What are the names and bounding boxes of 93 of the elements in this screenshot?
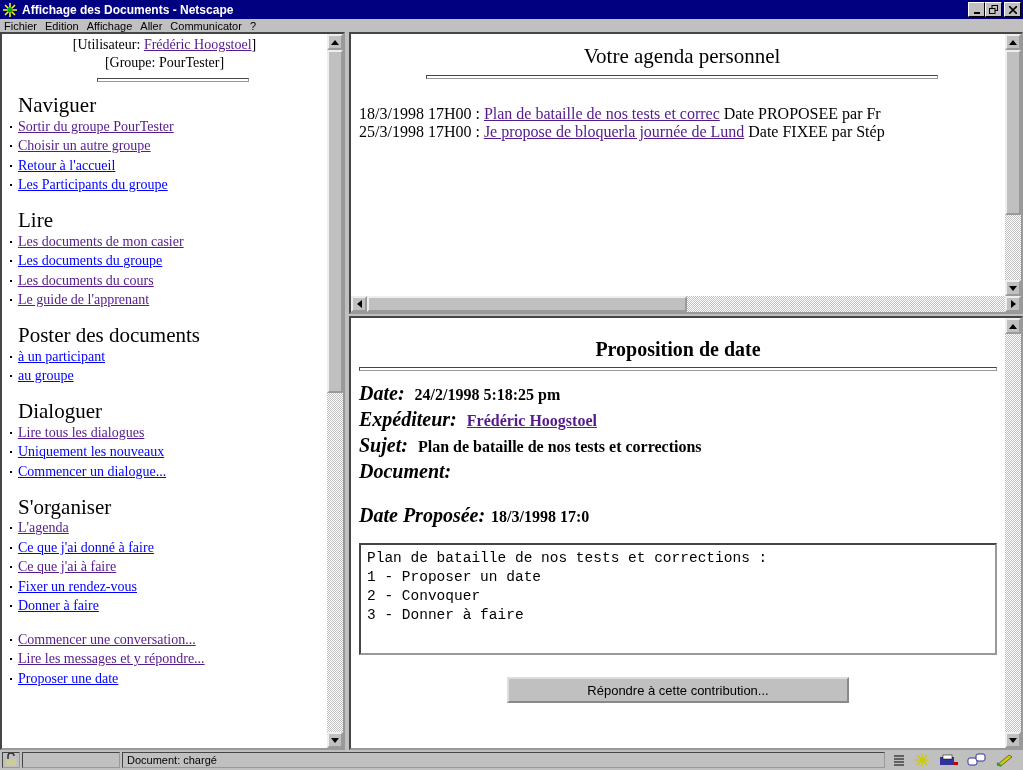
entry-date: 25/3/1998 17H00 : — [359, 123, 480, 140]
menu-item[interactable]: Aller — [140, 19, 163, 32]
up-arrow-icon — [331, 39, 339, 45]
menu-item[interactable]: ? — [249, 19, 256, 32]
entry-link[interactable]: Je propose de bloquerla journée de Lund — [483, 123, 745, 140]
right-arrow-icon — [1010, 300, 1016, 308]
nav-link[interactable]: Commencer un dialogue... — [18, 463, 167, 480]
proposal-heading: Proposition de date — [594, 338, 762, 361]
scrollbar[interactable] — [351, 296, 1021, 312]
close-button[interactable] — [1004, 2, 1021, 17]
entry-status: Date PROPOSEE par Fr — [723, 105, 881, 122]
scrollbar[interactable] — [1005, 34, 1021, 296]
left-arrow-icon — [356, 300, 362, 308]
nav-link[interactable]: Les documents de mon casier — [18, 233, 184, 250]
status-text: Document: chargé — [122, 752, 885, 768]
starburst-icon — [2, 2, 18, 17]
user-label-end: ] — [251, 37, 257, 52]
down-arrow-icon — [331, 737, 339, 743]
menu-item[interactable]: Affichage — [86, 19, 133, 32]
section-heading: Dialoguer — [18, 400, 103, 422]
restore-icon — [989, 5, 998, 14]
up-arrow-icon — [1009, 323, 1017, 329]
scroll-up-button[interactable] — [1005, 34, 1021, 50]
scroll-thumb[interactable] — [367, 296, 687, 312]
field-label: Date Proposée: — [359, 504, 486, 526]
down-arrow-icon — [1009, 285, 1017, 291]
user-label: [Utilisateur: — [72, 37, 142, 52]
user-link[interactable]: Frédéric Hoogstoel — [143, 37, 252, 52]
nav-link[interactable]: Lire les messages et y répondre... — [18, 651, 205, 668]
message-field[interactable]: Plan de bataille de nos tests et corrections : 1 - Proposer un date 2 - Convoquer 3 - Donner à faire — [359, 543, 997, 655]
field-label: Expéditeur: — [359, 408, 457, 430]
pen-icon[interactable] — [995, 753, 1015, 767]
scroll-down-button[interactable] — [1005, 280, 1021, 296]
entry-link[interactable]: Plan de bataille de nos tests et correc — [483, 105, 720, 122]
nav-link[interactable]: Uniquement les nouveaux — [18, 444, 165, 461]
menu-item[interactable]: Communicator — [170, 19, 242, 32]
nav-link[interactable]: Ce que j'ai à faire — [18, 559, 117, 576]
nav-link[interactable]: Les documents du cours — [18, 272, 154, 289]
chat-bubbles-icon[interactable] — [967, 753, 987, 767]
nav-link[interactable]: Lire tous les dialogues — [18, 424, 145, 441]
entry-date: 18/3/1998 17H00 : — [359, 105, 480, 122]
section-heading: Poster des documents — [18, 324, 201, 346]
field-label: Sujet: — [359, 434, 408, 456]
scroll-up-button[interactable] — [327, 34, 343, 50]
scroll-up-button[interactable] — [1005, 318, 1021, 334]
reply-button[interactable]: Répondre à cette contribution... — [507, 677, 849, 703]
nav-link[interactable]: Commencer une conversation... — [18, 631, 196, 648]
agenda-heading: Votre agenda personnel — [582, 44, 782, 69]
up-arrow-icon — [1009, 39, 1017, 45]
entry-status: Date FIXEE par Stép — [748, 123, 885, 140]
mailbox-icon[interactable] — [939, 753, 959, 767]
sender-link[interactable]: Frédéric Hoogstoel — [466, 412, 597, 429]
scroll-left-button[interactable] — [351, 296, 367, 312]
section-heading: Naviguer — [18, 94, 98, 116]
field-value: 24/2/1998 5:18:25 pm — [414, 386, 561, 403]
scroll-thumb[interactable] — [1005, 50, 1021, 215]
minimize-button[interactable] — [968, 2, 985, 17]
nav-link[interactable]: Le guide de l'apprenant — [18, 292, 150, 309]
list-icon[interactable] — [893, 754, 905, 766]
nav-link[interactable]: Choisir un autre groupe — [18, 138, 151, 155]
nav-link[interactable]: Les documents du groupe — [18, 253, 163, 270]
security-icon[interactable] — [2, 752, 20, 768]
nav-link[interactable]: Fixer un rendez-vous — [18, 578, 137, 595]
field-value: 18/3/1998 17:0 — [491, 508, 590, 525]
scroll-down-button[interactable] — [327, 732, 343, 748]
scrollbar[interactable] — [1005, 318, 1021, 748]
section-heading: S'organiser — [18, 495, 113, 518]
minimize-icon — [973, 11, 980, 14]
field-value: Plan de bataille de nos tests et corrections — [417, 438, 702, 455]
down-arrow-icon — [1009, 737, 1017, 743]
window-title: Affichage des Documents - Netscape — [22, 2, 235, 17]
nav-link[interactable]: Sortir du groupe PourTester — [18, 118, 174, 135]
nav-link[interactable]: à un participant — [18, 348, 106, 365]
scrollbar[interactable] — [327, 34, 343, 748]
nav-link[interactable]: L'agenda — [18, 520, 69, 537]
starburst-icon[interactable] — [913, 753, 931, 767]
field-label: Document: — [359, 460, 452, 482]
menu-item[interactable]: Fichier — [4, 19, 37, 32]
nav-link[interactable]: Ce que j'ai donné à faire — [18, 539, 154, 556]
menu-item[interactable]: Edition — [45, 19, 79, 32]
nav-link[interactable]: Les Participants du groupe — [18, 177, 168, 194]
nav-link[interactable]: au groupe — [18, 368, 74, 385]
nav-link[interactable]: Donner à faire — [18, 598, 99, 615]
nav-link[interactable]: Proposer une date — [18, 670, 119, 687]
group-label: [Groupe: PourTester] — [103, 54, 226, 72]
scroll-thumb[interactable] — [327, 50, 343, 393]
restore-button[interactable] — [985, 2, 1002, 17]
scroll-right-button[interactable] — [1005, 296, 1021, 312]
close-icon — [1008, 5, 1017, 14]
nav-link[interactable]: Retour à l'accueil — [18, 157, 116, 174]
scroll-down-button[interactable] — [1005, 732, 1021, 748]
field-label: Date: — [359, 382, 405, 404]
section-heading: Lire — [18, 209, 54, 231]
